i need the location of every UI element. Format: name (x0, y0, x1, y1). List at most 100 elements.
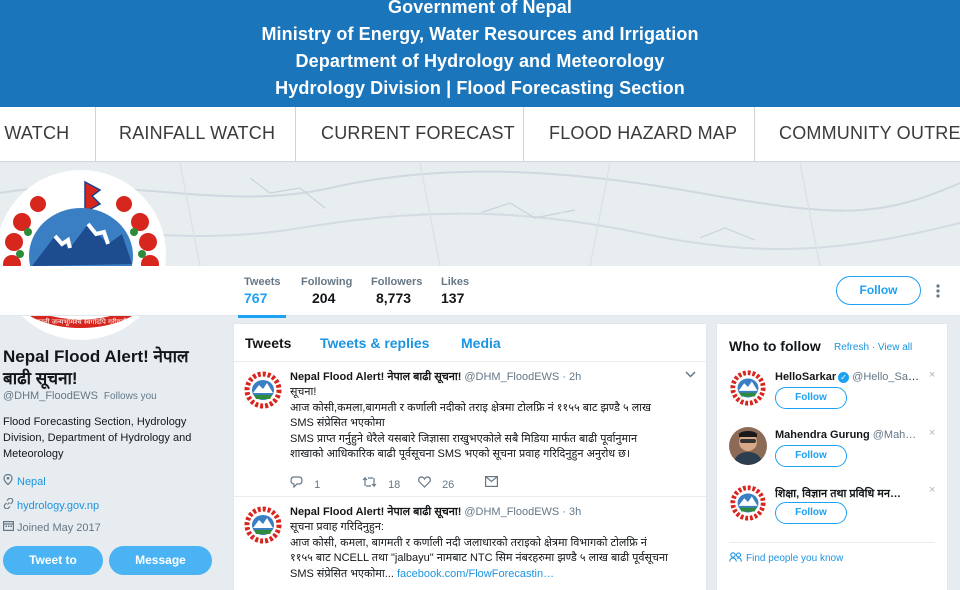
header-banner: Government of Nepal Ministry of Energy, … (0, 0, 960, 107)
banner-line-2: Ministry of Energy, Water Resources and … (261, 24, 699, 44)
tweet-to-button[interactable]: Tweet to (3, 546, 103, 575)
who-to-follow-title: Who to follow (729, 338, 821, 354)
profile-handle-row: @DHM_FloodEWS Follows you (3, 390, 157, 402)
stat-followers[interactable]: Followers 8,773 (371, 276, 422, 306)
suggestion-avatar[interactable] (729, 369, 767, 407)
suggestion-name[interactable]: Mahendra Gurung (775, 429, 870, 441)
dismiss-icon[interactable]: × (929, 484, 935, 496)
tweet-line-text: SMS संप्रेसित भएकोमा... (290, 567, 394, 580)
stat-followers-count: 8,773 (376, 290, 412, 306)
suggestion-item[interactable]: शिक्षा, विज्ञान तथा प्रविधि मन… × Follow (717, 484, 947, 540)
profile-website: hydrology.gov.np (3, 497, 99, 512)
retweet-count: 18 (388, 479, 401, 491)
tab-tweets[interactable]: Tweets (245, 335, 291, 351)
tab-media[interactable]: Media (461, 335, 501, 351)
joined-date: Joined May 2017 (17, 522, 101, 534)
nav-divider (754, 107, 755, 161)
verified-badge-icon: ✓ (838, 372, 850, 383)
envelope-icon (485, 476, 499, 488)
divider (729, 542, 935, 543)
view-all-link[interactable]: View all (878, 342, 912, 353)
suggestion-item[interactable]: HelloSarkar ✓ @Hello_Sar… × Follow (717, 369, 947, 425)
suggestion-handle[interactable]: @Mah… (873, 429, 917, 441)
find-people-label[interactable]: Find people you know (746, 553, 843, 564)
suggestion-name[interactable]: शिक्षा, विज्ञान तथा प्रविधि मन… (775, 488, 901, 500)
nav-current-forecast[interactable]: CURRENT FORECAST (321, 107, 515, 161)
retweet-icon (362, 476, 377, 488)
suggestion-name-row: शिक्षा, विज्ञान तथा प्रविधि मन… (775, 486, 921, 501)
nav-divider (523, 107, 524, 161)
banner-line-4: Hydrology Division | Flood Forecasting S… (275, 78, 685, 98)
suggestion-follow-button[interactable]: Follow (775, 387, 847, 409)
dismiss-icon[interactable]: × (929, 427, 935, 439)
tweet-handle-time[interactable]: @DHM_FloodEWS · 2h (464, 371, 581, 383)
who-to-follow-panel: Who to follow Refresh · View all HelloSa… (716, 323, 948, 590)
suggestion-handle[interactable]: @Hello_Sar… (852, 371, 921, 383)
tweet-link[interactable]: facebook.com/FlowForecastin… (397, 568, 554, 580)
tweet-line: SMS संप्रेसित भएकोमा (290, 417, 385, 429)
nepal-emblem-small-icon (729, 369, 767, 407)
tweet-avatar[interactable] (243, 370, 283, 410)
suggestion-follow-button[interactable]: Follow (775, 445, 847, 467)
tweet-author-name[interactable]: Nepal Flood Alert! नेपाल बाढी सूचना! (290, 506, 461, 518)
heart-icon (418, 476, 431, 488)
location-link[interactable]: Nepal (17, 476, 46, 488)
profile-handle[interactable]: @DHM_FloodEWS (3, 390, 98, 402)
message-button[interactable]: Message (109, 546, 212, 575)
more-options-icon[interactable] (934, 284, 942, 298)
profile-name[interactable]: Nepal Flood Alert! नेपाल बाढी सूचना! (3, 346, 218, 390)
stat-following[interactable]: Following 204 (301, 276, 352, 306)
stat-tweets-label: Tweets (244, 276, 281, 288)
tweet-text: सूचना! आज कोसी,कमला,बागमती र कर्णाली नदी… (290, 385, 695, 463)
tweet-avatar[interactable] (243, 505, 283, 545)
svg-text:जननी जन्मभूमिश्च स्वर्गादपि गर: जननी जन्मभूमिश्च स्वर्गादपि गरीयसी (35, 317, 128, 326)
stat-tweets-count: 767 (244, 290, 268, 306)
reply-icon (290, 476, 303, 489)
tweet-author-name[interactable]: Nepal Flood Alert! नेपाल बाढी सूचना! (290, 371, 461, 383)
tweet-header: Nepal Flood Alert! नेपाल बाढी सूचना! @DHM… (290, 369, 581, 384)
reply-count: 1 (314, 479, 321, 491)
nav-flood-hazard-map[interactable]: FLOOD HAZARD MAP (549, 107, 737, 161)
tweet-line: सूचना! (290, 386, 317, 398)
nav-divider (95, 107, 96, 161)
tweet-handle-time[interactable]: @DHM_FloodEWS · 3h (464, 506, 581, 518)
tweet-item[interactable]: Nepal Flood Alert! नेपाल बाढी सूचना! @DHM… (234, 362, 706, 497)
website-link[interactable]: hydrology.gov.np (17, 500, 99, 512)
suggestion-name[interactable]: HelloSarkar (775, 371, 836, 383)
suggestion-item[interactable]: Mahendra Gurung @Mah… × Follow (717, 427, 947, 483)
like-count: 26 (442, 479, 455, 491)
tweet-item[interactable]: Nepal Flood Alert! नेपाल बाढी सूचना! @DHM… (234, 497, 706, 590)
stat-following-label: Following (301, 276, 353, 288)
person-photo-icon (729, 427, 767, 465)
tweet-line: ११५५ बाट NCELL तथा "jalbayu" नामबाट NTC … (290, 552, 668, 564)
suggestion-avatar[interactable] (729, 427, 767, 465)
nav-community-outreach[interactable]: COMMUNITY OUTREA (779, 107, 960, 161)
stat-tweets[interactable]: Tweets 767 (237, 276, 288, 318)
nav-river-watch[interactable]: R WATCH (0, 107, 69, 161)
retweet-action[interactable]: 18 (362, 476, 400, 491)
tab-tweets-replies[interactable]: Tweets & replies (320, 335, 429, 351)
suggestion-avatar[interactable] (729, 484, 767, 522)
chevron-down-icon[interactable] (685, 366, 696, 381)
suggestion-follow-button[interactable]: Follow (775, 502, 847, 524)
profile-location: Nepal (3, 473, 46, 488)
nepal-emblem-small-icon (729, 484, 767, 522)
separator: · (871, 342, 876, 353)
nav-rainfall-watch[interactable]: RAINFALL WATCH (119, 107, 275, 161)
profile-bio: Flood Forecasting Section, Hydrology Div… (3, 416, 192, 460)
find-people-link[interactable]: Find people you know (729, 552, 843, 564)
stat-following-count: 204 (312, 290, 336, 306)
refresh-link[interactable]: Refresh (834, 342, 869, 353)
stat-likes[interactable]: Likes 137 (441, 276, 469, 306)
tweet-header: Nepal Flood Alert! नेपाल बाढी सूचना! @DHM… (290, 504, 581, 519)
reply-action[interactable]: 1 (290, 476, 320, 491)
suggestion-name-row: Mahendra Gurung @Mah… (775, 429, 921, 441)
tweet-line: शाखाको आधिकारिक बाढी पूर्वसूचना SMS भएको… (290, 448, 631, 460)
nepal-emblem-small-icon (243, 370, 283, 410)
tweet-line: आज कोसी,कमला,बागमती र कर्णाली नदीको तराइ… (290, 401, 652, 414)
dm-action[interactable] (485, 476, 499, 490)
like-action[interactable]: 26 (418, 476, 454, 491)
tweet-line: SMS प्राप्त गर्नुहुने धेरैले यसबारे जिज्… (290, 432, 638, 445)
follow-button[interactable]: Follow (836, 276, 921, 305)
dismiss-icon[interactable]: × (929, 369, 935, 381)
